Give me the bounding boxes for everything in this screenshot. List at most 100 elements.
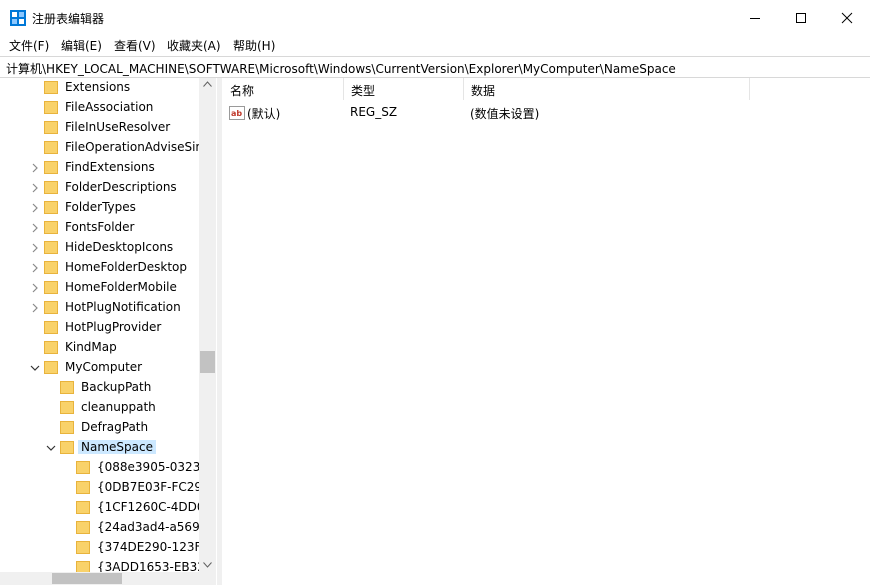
folder-icon [44,221,58,234]
tree-item[interactable]: {24ad3ad4-a569-4 [0,518,212,538]
window-title: 注册表编辑器 [32,12,105,26]
value-type: REG_SZ [350,105,398,119]
tree-item[interactable]: FileOperationAdviseSin [0,138,204,158]
chevron-right-icon[interactable] [30,282,40,294]
tree-item-label: FolderDescriptions [65,180,177,194]
scroll-down-icon[interactable] [203,562,212,568]
tree-item-label: {088e3905-0323-4 [97,460,213,474]
address-bar[interactable]: 计算机\HKEY_LOCAL_MACHINE\SOFTWARE\Microsof… [0,56,870,78]
tree-item[interactable]: BackupPath [0,378,200,398]
tree-item-label: {24ad3ad4-a569-4 [97,520,212,534]
tree-item-label: FileInUseResolver [65,120,171,134]
chevron-down-icon[interactable] [30,362,40,374]
tree-item[interactable]: {0DB7E03F-FC29-4 [0,478,214,498]
folder-icon [44,101,58,114]
folder-icon [60,401,74,414]
tree-item[interactable]: FontsFolder [0,218,200,238]
column-header-data[interactable]: 数据 [463,78,749,100]
tree-item-label: HomeFolderDesktop [65,260,188,274]
menu-edit[interactable]: 编辑(E) [61,37,102,54]
tree-item-label: BackupPath [81,380,152,394]
column-header-name[interactable]: 名称 [222,78,343,100]
tree-item[interactable]: FileAssociation [0,98,200,118]
scroll-up-icon[interactable] [203,81,212,87]
folder-icon [60,381,74,394]
tree-item[interactable]: MyComputer [0,358,200,378]
chevron-down-icon[interactable] [46,442,56,454]
tree-item[interactable]: cleanuppath [0,398,200,418]
tree-item[interactable]: HomeFolderMobile [0,278,200,298]
tree-item-label: FileAssociation [65,100,154,114]
tree-item-label: FontsFolder [65,220,135,234]
value-row-default[interactable]: ab (默认) REG_SZ (数值未设置) [222,103,870,123]
chevron-right-icon[interactable] [30,162,40,174]
tree-item-label: KindMap [65,340,117,354]
chevron-right-icon[interactable] [30,182,40,194]
folder-icon [44,281,58,294]
tree-scroll-thumb[interactable] [200,351,215,373]
tree-item[interactable]: {1CF1260C-4DD0- [0,498,209,518]
tree-item[interactable]: FileInUseResolver [0,118,200,138]
tree-horizontal-scrollbar[interactable] [0,572,216,585]
tree-item[interactable]: KindMap [0,338,200,358]
menu-help[interactable]: 帮助(H) [233,37,275,54]
tree-item[interactable]: HotPlugProvider [0,318,200,338]
values-pane[interactable]: 名称 类型 数据 ab (默认) REG_SZ (数值未设置) [222,78,870,585]
tree-item-label: HotPlugNotification [65,300,181,314]
chevron-right-icon[interactable] [30,242,40,254]
tree-item-label: HideDesktopIcons [65,240,174,254]
folder-icon [44,121,58,134]
menu-favorites[interactable]: 收藏夹(A) [167,37,221,54]
address-path[interactable]: 计算机\HKEY_LOCAL_MACHINE\SOFTWARE\Microsof… [6,60,676,77]
tree-item[interactable]: DefragPath [0,418,200,438]
tree-item[interactable]: FindExtensions [0,158,200,178]
folder-icon [76,561,90,572]
tree-item[interactable]: {3ADD1653-EB32- [0,558,209,572]
folder-icon [44,361,58,374]
chevron-right-icon[interactable] [30,262,40,274]
folder-icon [76,481,90,494]
folder-icon [44,181,58,194]
tree-item[interactable]: HomeFolderDesktop [0,258,200,278]
tree-item-label: cleanuppath [81,400,156,414]
tree-item[interactable]: {088e3905-0323-4 [0,458,212,478]
tree-item-label: DefragPath [81,420,149,434]
minimize-button[interactable] [732,0,778,36]
column-divider[interactable] [749,78,750,100]
folder-icon [44,241,58,254]
chevron-right-icon[interactable] [30,302,40,314]
tree-vertical-scrollbar[interactable] [199,78,216,572]
svg-text:ab: ab [231,109,242,118]
tree-item-label: {3ADD1653-EB32- [97,560,210,572]
maximize-button[interactable] [778,0,824,36]
chevron-right-icon[interactable] [30,222,40,234]
column-header-type[interactable]: 类型 [343,78,463,100]
menu-file[interactable]: 文件(F) [9,37,49,54]
key-tree[interactable]: Extensions FileAssociation FileInUseResolv… [0,78,216,572]
close-icon [841,12,853,24]
chevron-right-icon[interactable] [30,202,40,214]
tree-item[interactable]: HotPlugNotification [0,298,200,318]
folder-icon [76,461,90,474]
tree-item[interactable]: FolderDescriptions [0,178,200,198]
folder-icon [76,541,90,554]
tree-item[interactable]: HideDesktopIcons [0,238,200,258]
menu-bar: 文件(F) 编辑(E) 查看(V) 收藏夹(A) 帮助(H) [0,36,870,55]
tree-item-label: NameSpace [78,440,156,454]
tree-item-label: {1CF1260C-4DD0- [97,500,209,514]
title-bar: 注册表编辑器 [0,0,870,36]
tree-item[interactable]: Extensions [0,78,200,98]
folder-icon [44,201,58,214]
tree-item[interactable]: FolderTypes [0,198,200,218]
tree-item-label: FileOperationAdviseSin [65,140,204,154]
tree-item[interactable]: {374DE290-123F-4 [0,538,213,558]
tree-hscroll-thumb[interactable] [52,573,122,584]
close-button[interactable] [824,0,870,36]
menu-view[interactable]: 查看(V) [114,37,156,54]
maximize-icon [796,13,806,23]
folder-icon [44,301,58,314]
minimize-icon [750,18,760,19]
tree-item[interactable]: NameSpace [0,438,200,458]
tree-item-label: {0DB7E03F-FC29-4 [97,480,214,494]
tree-item-label: Extensions [65,80,131,94]
